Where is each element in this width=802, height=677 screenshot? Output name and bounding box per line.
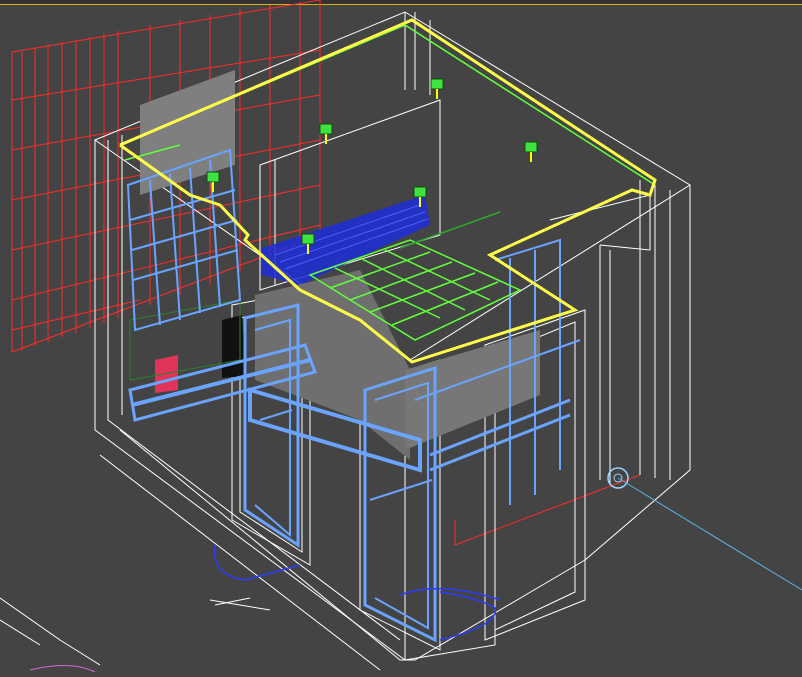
bottom-left-lines (0, 597, 101, 673)
omni-light-icon[interactable] (319, 123, 333, 144)
omni-light-icon[interactable] (206, 171, 220, 192)
dark-blue-fill (262, 195, 430, 285)
door-swing-arcs (213, 544, 501, 641)
green-ceiling-grid (119, 24, 656, 341)
omni-light-icon[interactable] (430, 78, 444, 99)
omni-light-icon[interactable] (524, 141, 538, 162)
camera-target-icon[interactable] (607, 467, 802, 591)
3d-viewport[interactable] (0, 0, 802, 677)
wireframe-scene[interactable] (0, 0, 802, 677)
